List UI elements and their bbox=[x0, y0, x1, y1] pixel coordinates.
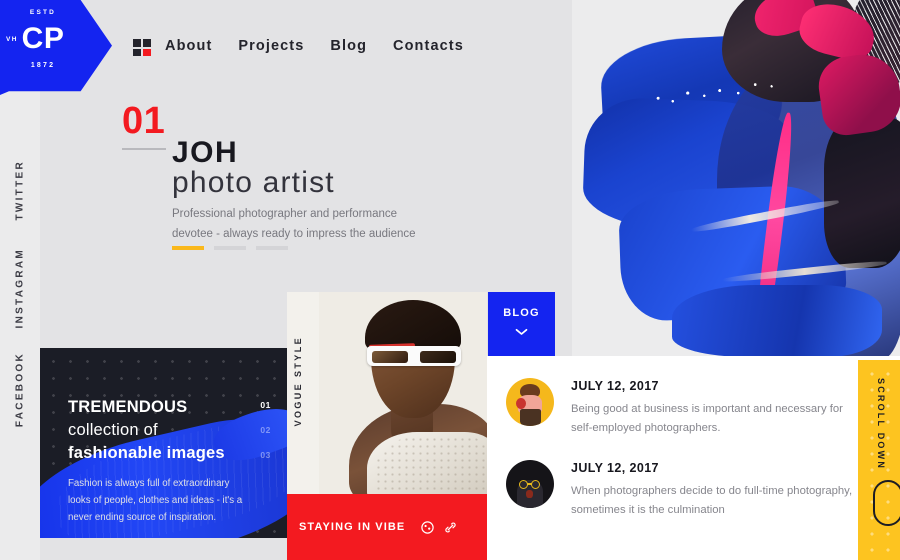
nav-item-about[interactable]: About bbox=[165, 38, 212, 54]
page-title: JOH bbox=[172, 136, 239, 169]
promo-card: TREMENDOUS collection of fashionable ima… bbox=[40, 348, 287, 538]
hero-slider-progress bbox=[172, 246, 288, 250]
promo-title-strong: TREMENDOUS bbox=[68, 398, 188, 416]
link-icon[interactable] bbox=[444, 521, 457, 534]
logo-badge[interactable]: ESTD VH CP 1872 bbox=[0, 0, 112, 95]
avatar bbox=[506, 459, 554, 508]
photo-card-vertical-label: VOGUE STYLE bbox=[293, 336, 303, 427]
avatar-accent bbox=[526, 489, 533, 498]
blog-toggle-button[interactable]: BLOG bbox=[488, 292, 555, 356]
logo-monogram: CP bbox=[21, 22, 65, 55]
photo-card-actions bbox=[421, 520, 457, 534]
paint-stroke-blue-4 bbox=[672, 285, 882, 357]
nav-item-projects[interactable]: Projects bbox=[238, 38, 304, 54]
photo-card-footer: STAYING IN VIBE bbox=[287, 494, 487, 560]
blog-post-item[interactable]: JULY 12, 2017 When photographers decide … bbox=[506, 459, 900, 520]
grid-cell-4 bbox=[143, 48, 151, 56]
promo-card-title: TREMENDOUS collection of fashionable ima… bbox=[68, 396, 246, 464]
photo-card[interactable]: VOGUE STYLE STAYING IN VIBE bbox=[287, 292, 487, 560]
promo-pager-item-1[interactable]: 01 bbox=[260, 400, 271, 410]
grid-cell-2 bbox=[143, 39, 151, 47]
blog-post-date: JULY 12, 2017 bbox=[571, 379, 659, 393]
blog-post-date: JULY 12, 2017 bbox=[571, 460, 659, 475]
grid-icon[interactable] bbox=[133, 39, 151, 56]
slider-progress-2[interactable] bbox=[214, 246, 246, 250]
nav-item-blog[interactable]: Blog bbox=[330, 38, 367, 54]
grid-cell-3 bbox=[133, 48, 141, 56]
page-root: TWITTER INSTAGRAM FACEBOOK ESTD VH CP 18… bbox=[0, 0, 900, 560]
hero-description: Professional photographer and performanc… bbox=[172, 208, 416, 240]
promo-title-line3: fashionable images bbox=[68, 443, 225, 462]
promo-card-text: Fashion is always full of extraordinary … bbox=[68, 478, 243, 524]
social-link-facebook[interactable]: FACEBOOK bbox=[15, 352, 26, 427]
blog-button-label: BLOG bbox=[503, 307, 540, 319]
promo-title-line2: collection of bbox=[68, 420, 158, 439]
avatar bbox=[506, 378, 554, 426]
hero-artwork bbox=[572, 0, 900, 358]
scroll-down-widget[interactable]: SCROLL DOWN bbox=[858, 360, 900, 560]
hero-divider bbox=[122, 148, 166, 150]
slider-progress-3[interactable] bbox=[256, 246, 288, 250]
hero-slide-number: 01 bbox=[122, 100, 166, 142]
model-photo bbox=[319, 292, 487, 494]
avatar-glasses-bridge bbox=[527, 482, 532, 485]
social-link-twitter[interactable]: TWITTER bbox=[15, 160, 26, 221]
avatar-skirt bbox=[520, 409, 541, 426]
grid-cell-1 bbox=[133, 39, 141, 47]
avatar-camera bbox=[516, 398, 526, 409]
photo-card-footer-label: STAYING IN VIBE bbox=[299, 521, 406, 533]
panel-edge bbox=[487, 356, 488, 560]
chevron-down-icon bbox=[515, 323, 528, 341]
promo-pager: 01 02 03 bbox=[260, 400, 271, 460]
mouse-scroll-icon bbox=[873, 480, 900, 526]
blog-post-excerpt: When photographers decide to do full-tim… bbox=[571, 484, 853, 516]
blog-post-excerpt: Being good at business is important and … bbox=[571, 403, 843, 434]
model-garment bbox=[367, 432, 487, 494]
nav-item-contacts[interactable]: Contacts bbox=[393, 38, 464, 54]
slider-progress-1[interactable] bbox=[172, 246, 204, 250]
dark-mass bbox=[824, 118, 900, 268]
avatar-glasses-right bbox=[531, 479, 540, 489]
globe-icon[interactable] bbox=[421, 520, 435, 534]
hero-subtitle: photo artist bbox=[172, 166, 335, 199]
sunglasses-icon bbox=[367, 346, 461, 366]
main-nav: About Projects Blog Contacts bbox=[165, 38, 464, 54]
social-link-instagram[interactable]: INSTAGRAM bbox=[15, 248, 26, 329]
promo-pager-item-3[interactable]: 03 bbox=[260, 450, 271, 460]
promo-pager-item-2[interactable]: 02 bbox=[260, 425, 271, 435]
blog-panel: JULY 12, 2017 Being good at business is … bbox=[488, 356, 900, 560]
logo-year: 1872 bbox=[30, 62, 56, 69]
blog-post-item[interactable]: JULY 12, 2017 Being good at business is … bbox=[506, 378, 900, 438]
scroll-down-label: SCROLL DOWN bbox=[876, 378, 886, 471]
logo-estd-label: ESTD bbox=[29, 9, 57, 16]
